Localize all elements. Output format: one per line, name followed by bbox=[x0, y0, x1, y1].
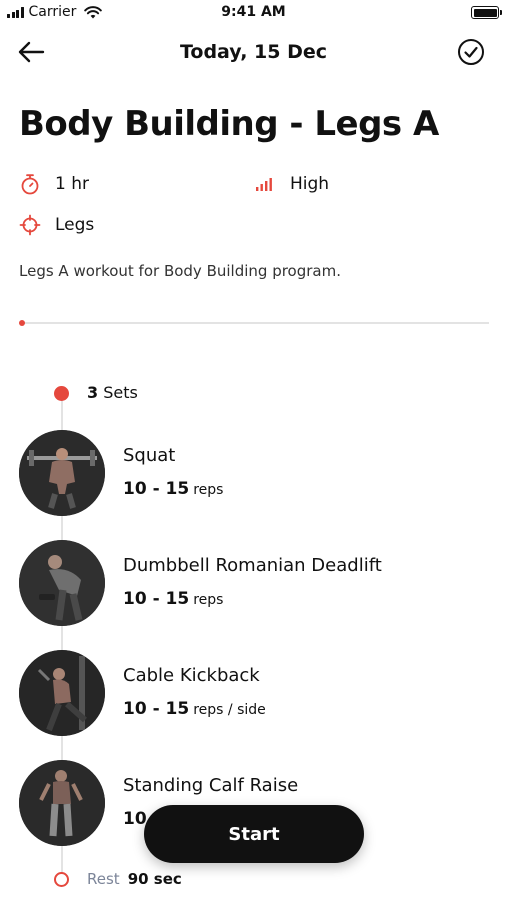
reps-value: 10 - 15 bbox=[123, 479, 190, 499]
exercise-name: Cable Kickback bbox=[123, 665, 260, 686]
sets-label: 3 Sets bbox=[87, 383, 138, 402]
exercise-thumbnail bbox=[19, 650, 105, 736]
exercise-reps: 10 - 15 reps bbox=[123, 479, 223, 499]
reps-unit: reps bbox=[193, 482, 224, 498]
sets-text: Sets bbox=[103, 383, 138, 402]
duration-value: 1 hr bbox=[55, 174, 89, 194]
check-circle-icon bbox=[458, 39, 484, 65]
sets-marker bbox=[54, 386, 69, 401]
battery-icon bbox=[471, 6, 502, 19]
intensity-row: High bbox=[254, 173, 329, 195]
reps-value: 10 - 15 bbox=[123, 589, 190, 609]
page-title: Body Building - Legs A bbox=[19, 104, 439, 144]
stopwatch-icon bbox=[19, 173, 41, 195]
reps-value: 10 bbox=[123, 809, 147, 829]
done-button[interactable] bbox=[457, 38, 485, 66]
workout-description: Legs A workout for Body Building program… bbox=[19, 262, 341, 280]
exercise-name: Squat bbox=[123, 445, 176, 466]
reps-unit: reps bbox=[193, 592, 224, 608]
exercise-reps: 10 - 15 reps / side bbox=[123, 699, 266, 719]
crosshair-icon bbox=[19, 214, 41, 236]
target-row: Legs bbox=[19, 214, 94, 236]
exercise-name: Standing Calf Raise bbox=[123, 775, 299, 796]
intensity-bars-icon bbox=[254, 173, 276, 195]
progress-indicator bbox=[19, 320, 25, 326]
nav-bar: Today, 15 Dec bbox=[0, 30, 507, 74]
exercise-thumbnail bbox=[19, 540, 105, 626]
intensity-value: High bbox=[290, 174, 330, 194]
progress-track bbox=[21, 322, 489, 324]
rest-row: Rest 90 sec bbox=[54, 870, 182, 888]
rest-value: 90 sec bbox=[127, 870, 182, 888]
exercise-item[interactable]: Squat 10 - 15 reps bbox=[19, 430, 489, 518]
reps-unit: reps / side bbox=[193, 702, 266, 718]
exercise-item[interactable]: Cable Kickback 10 - 15 reps / side bbox=[19, 650, 489, 738]
exercise-name: Dumbbell Romanian Deadlift bbox=[123, 555, 382, 576]
duration-row: 1 hr bbox=[19, 173, 89, 195]
exercise-thumbnail bbox=[19, 760, 105, 846]
target-value: Legs bbox=[55, 215, 95, 235]
rest-label: Rest bbox=[87, 870, 120, 888]
exercise-thumbnail bbox=[19, 430, 105, 516]
status-time: 9:41 AM bbox=[221, 4, 286, 20]
rest-marker bbox=[54, 871, 69, 887]
status-bar: Carrier 9:41 AM bbox=[0, 0, 507, 26]
sets-count: 3 bbox=[87, 383, 99, 402]
start-button[interactable]: Start bbox=[144, 805, 364, 863]
exercise-item[interactable]: Dumbbell Romanian Deadlift 10 - 15 reps bbox=[19, 540, 489, 628]
exercise-reps: 10 - 15 reps bbox=[123, 589, 223, 609]
reps-value: 10 - 15 bbox=[123, 699, 190, 719]
nav-title: Today, 15 Dec bbox=[179, 41, 328, 63]
